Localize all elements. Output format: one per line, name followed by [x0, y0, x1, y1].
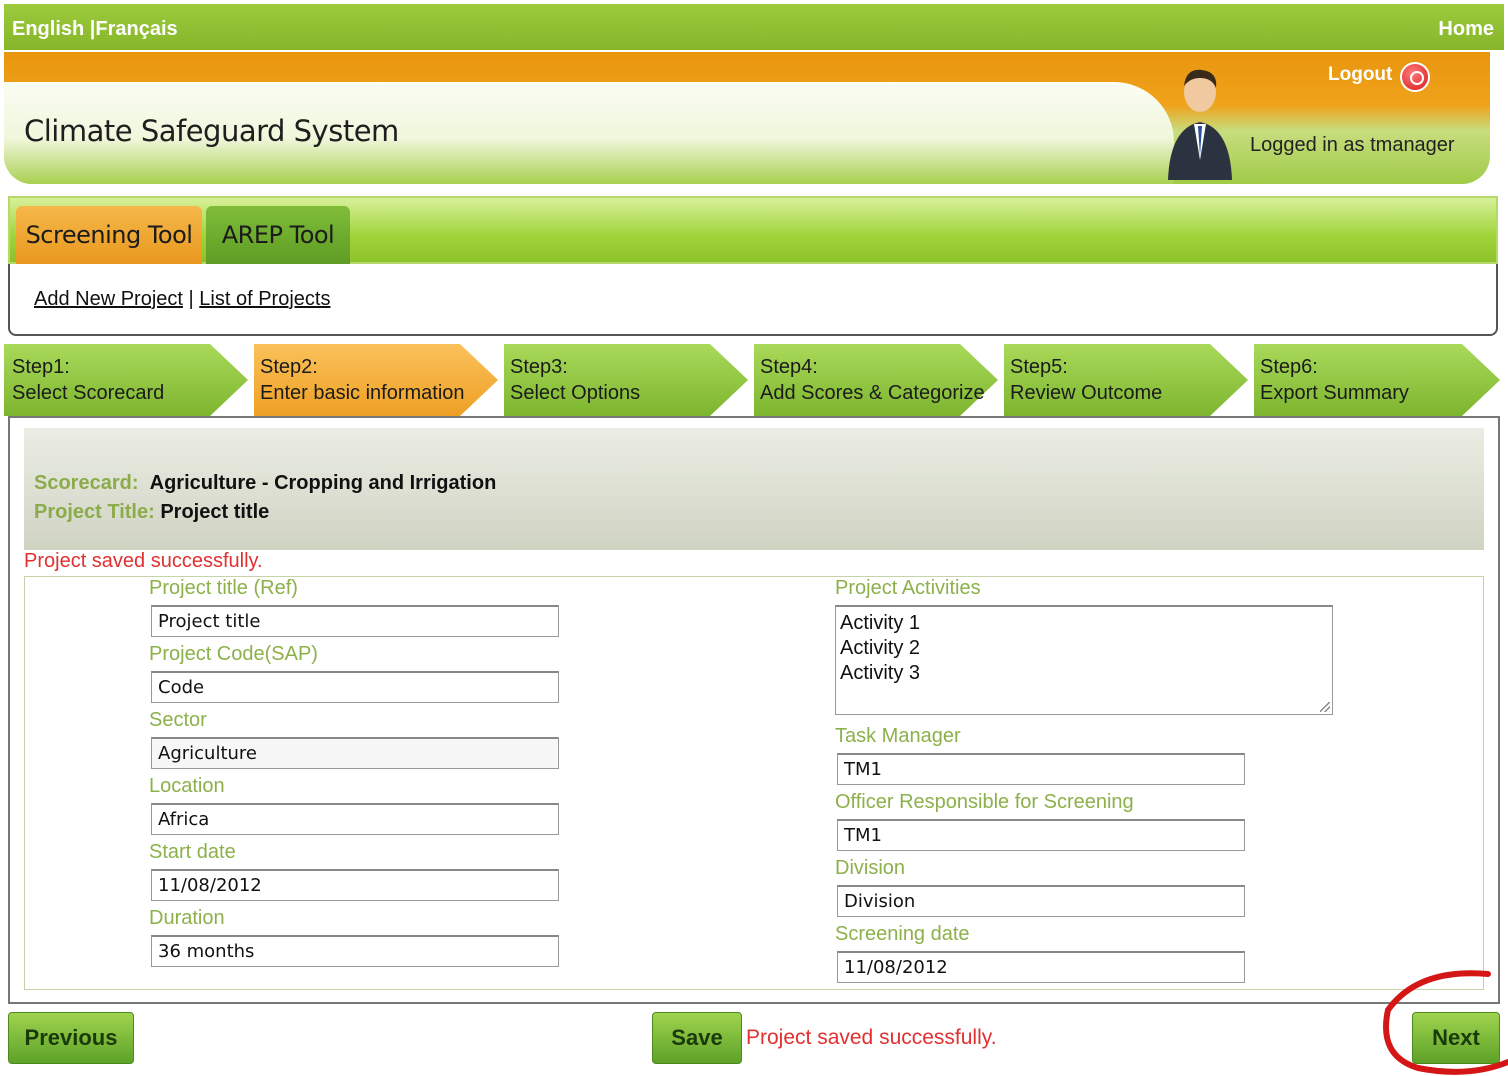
start-date-input[interactable]: 11/08/2012: [151, 869, 559, 901]
step-number: Step2:: [260, 356, 318, 378]
project-summary: Scorecard: Agriculture - Cropping and Ir…: [24, 428, 1484, 550]
step-number: Step6:: [1260, 356, 1318, 378]
logged-in-status: Logged in as tmanager: [1250, 134, 1455, 156]
project-title-input[interactable]: Project title: [151, 605, 559, 637]
screening-date-input[interactable]: 11/08/2012: [837, 951, 1245, 983]
sector-label: Sector: [149, 709, 207, 731]
add-new-project-link[interactable]: Add New Project: [34, 288, 183, 310]
scorecard-key: Scorecard:: [34, 472, 139, 494]
activity-line: Activity 3: [840, 662, 921, 684]
tab-arep-tool[interactable]: AREP Tool: [206, 206, 350, 264]
project-form: Project title (Ref) Project title Projec…: [24, 576, 1484, 990]
step-label: Review Outcome: [1010, 382, 1163, 404]
save-button[interactable]: Save: [652, 1012, 742, 1064]
project-activities-label: Project Activities: [835, 577, 981, 599]
step-6[interactable]: Step6: Export Summary: [1254, 344, 1502, 416]
language-switcher: English |Français: [12, 18, 178, 40]
step-2[interactable]: Step2: Enter basic information: [254, 344, 500, 416]
step-label: Add Scores & Categorize: [760, 382, 985, 404]
project-code-label: Project Code(SAP): [149, 643, 318, 665]
tab-screening-tool[interactable]: Screening Tool: [16, 206, 202, 264]
duration-label: Duration: [149, 907, 225, 929]
step-number: Step5:: [1010, 356, 1068, 378]
previous-button[interactable]: Previous: [8, 1012, 134, 1064]
next-button[interactable]: Next: [1412, 1012, 1500, 1064]
lang-english-link[interactable]: English: [12, 18, 84, 40]
resize-grip-icon[interactable]: [1320, 702, 1330, 712]
project-links-bar: Add New Project | List of Projects: [8, 264, 1498, 336]
step-label: Select Options: [510, 382, 641, 404]
step-label: Export Summary: [1260, 382, 1409, 404]
duration-input[interactable]: 36 months: [151, 935, 559, 967]
division-label: Division: [835, 857, 906, 879]
activity-line: Activity 1: [840, 612, 921, 634]
project-title-label: Project title (Ref): [149, 577, 298, 599]
step-label: Select Scorecard: [12, 382, 165, 404]
sector-input[interactable]: Agriculture: [151, 737, 559, 769]
officer-label: Officer Responsible for Screening: [835, 791, 1134, 813]
main-panel: Scorecard: Agriculture - Cropping and Ir…: [8, 416, 1500, 1004]
start-date-label: Start date: [149, 841, 236, 863]
step-4[interactable]: Step4: Add Scores & Categorize: [754, 344, 1000, 416]
tool-tabs: Screening Tool AREP Tool: [8, 196, 1498, 264]
user-avatar-icon: [1168, 69, 1232, 180]
location-input[interactable]: Africa: [151, 803, 559, 835]
project-code-input[interactable]: Code: [151, 671, 559, 703]
project-activities-textarea[interactable]: Activity 1 Activity 2 Activity 3: [835, 605, 1333, 715]
task-manager-label: Task Manager: [835, 725, 961, 747]
step-number: Step1:: [12, 356, 70, 378]
power-icon[interactable]: [1400, 62, 1430, 92]
step-wizard: Step1: Select Scorecard Step2: Enter basic…: [4, 344, 1504, 416]
save-success-message: Project saved successfully.: [24, 550, 263, 572]
screening-date-label: Screening date: [835, 923, 970, 945]
app-title: Climate Safeguard System: [24, 114, 399, 148]
home-link[interactable]: Home: [1438, 18, 1494, 41]
step-1[interactable]: Step1: Select Scorecard: [4, 344, 250, 416]
step-3[interactable]: Step3: Select Options: [504, 344, 750, 416]
division-input[interactable]: Division: [837, 885, 1245, 917]
scorecard-value: Agriculture - Cropping and Irrigation: [149, 472, 497, 494]
officer-input[interactable]: TM1: [837, 819, 1245, 851]
list-of-projects-link[interactable]: List of Projects: [199, 288, 330, 310]
project-title-value: Project title: [160, 501, 270, 523]
top-bar: English |Français Home: [4, 4, 1504, 50]
lang-french-link[interactable]: Français: [95, 18, 177, 40]
logout-link[interactable]: Logout: [1328, 64, 1392, 86]
step-number: Step4:: [760, 356, 818, 378]
step-number: Step3:: [510, 356, 568, 378]
step-5[interactable]: Step5: Review Outcome: [1004, 344, 1250, 416]
location-label: Location: [149, 775, 225, 797]
task-manager-input[interactable]: TM1: [837, 753, 1245, 785]
activity-line: Activity 2: [840, 637, 921, 659]
bottom-save-message: Project saved successfully.: [746, 1026, 997, 1049]
step-label: Enter basic information: [260, 382, 465, 404]
header-banner: Climate Safeguard System Logout Logged i…: [4, 52, 1490, 184]
project-title-key: Project Title:: [34, 501, 155, 523]
